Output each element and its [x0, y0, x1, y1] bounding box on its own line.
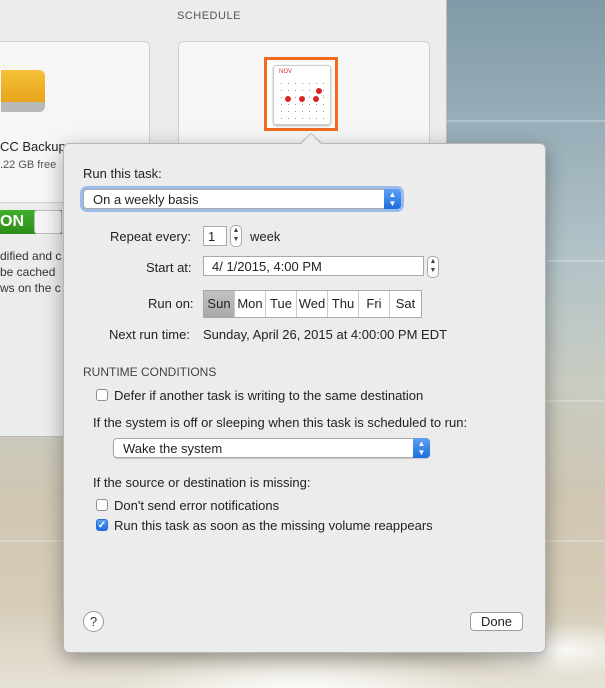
start-datetime-field[interactable]: 4/ 1/2015, 4:00 PM	[203, 256, 424, 276]
day-sun[interactable]: Sun	[204, 291, 235, 317]
frequency-value: On a weekly basis	[93, 192, 199, 207]
system-off-label: If the system is off or sleeping when th…	[93, 415, 468, 430]
repeat-unit: week	[250, 229, 281, 244]
repeat-input[interactable]: 1	[203, 226, 227, 246]
background-text-line: be cached	[0, 265, 56, 279]
calendar-mark	[313, 96, 319, 102]
run-task-label: Run this task:	[83, 166, 162, 181]
day-mon[interactable]: Mon	[235, 291, 266, 317]
weekday-selector: Sun Mon Tue Wed Thu Fri Sat	[203, 290, 422, 318]
destination-free-space: .22 GB free	[0, 159, 57, 171]
repeat-label: Repeat every:	[110, 229, 191, 244]
day-wed[interactable]: Wed	[297, 291, 328, 317]
defer-checkbox[interactable]	[96, 389, 108, 401]
calendar-mark	[285, 96, 291, 102]
run-on-reappear-checkbox[interactable]: ✓	[96, 519, 108, 531]
run-on-label: Run on:	[148, 296, 194, 311]
background-text-line: ws on the c	[0, 281, 61, 295]
on-off-switch[interactable]: ON	[0, 210, 62, 234]
no-errors-checkbox[interactable]	[96, 499, 108, 511]
run-on-reappear-label: Run this task as soon as the missing vol…	[114, 518, 433, 533]
calendar-mark	[299, 96, 305, 102]
frequency-select[interactable]: On a weekly basis ▲ ▼	[83, 189, 401, 209]
destination-name: CC Backup	[0, 139, 66, 154]
no-errors-label: Don't send error notifications	[114, 498, 280, 513]
help-button[interactable]: ?	[83, 611, 104, 632]
next-run-value: Sunday, April 26, 2015 at 4:00:00 PM EDT	[203, 327, 448, 342]
system-off-select[interactable]: Wake the system ▲ ▼	[113, 438, 430, 458]
next-run-label: Next run time:	[109, 327, 190, 342]
schedule-popover: Run this task: On a weekly basis ▲ ▼ Repe…	[63, 133, 546, 653]
calendar-mark	[316, 88, 322, 94]
switch-knob	[34, 210, 62, 234]
day-fri[interactable]: Fri	[359, 291, 390, 317]
day-tue[interactable]: Tue	[266, 291, 297, 317]
defer-label: Defer if another task is writing to the …	[114, 388, 424, 403]
popover-arrow	[299, 133, 323, 145]
calendar-month: NOV	[279, 69, 293, 75]
switch-label: ON	[0, 213, 24, 230]
missing-volume-label: If the source or destination is missing:	[93, 475, 311, 490]
start-stepper[interactable]: ▲ ▼	[427, 256, 439, 278]
day-thu[interactable]: Thu	[328, 291, 359, 317]
chevron-updown-icon: ▲ ▼	[384, 189, 401, 209]
start-label: Start at:	[146, 260, 192, 275]
background-text-line: dified and c	[0, 249, 62, 263]
done-button[interactable]: Done	[470, 612, 523, 631]
chevron-updown-icon: ▲ ▼	[413, 438, 430, 458]
runtime-conditions-heading: RUNTIME CONDITIONS	[83, 365, 217, 379]
schedule-calendar-button[interactable]: NOV	[264, 57, 338, 131]
day-sat[interactable]: Sat	[390, 291, 421, 317]
start-value: 4/ 1/2015, 4:00 PM	[212, 259, 322, 274]
repeat-stepper[interactable]: ▲ ▼	[230, 225, 242, 247]
checkmark-icon: ✓	[97, 520, 107, 531]
repeat-value: 1	[208, 229, 216, 244]
calendar-icon: NOV	[273, 65, 331, 125]
schedule-heading: SCHEDULE	[177, 10, 241, 22]
hard-drive-icon	[1, 70, 45, 112]
system-off-value: Wake the system	[123, 441, 223, 456]
